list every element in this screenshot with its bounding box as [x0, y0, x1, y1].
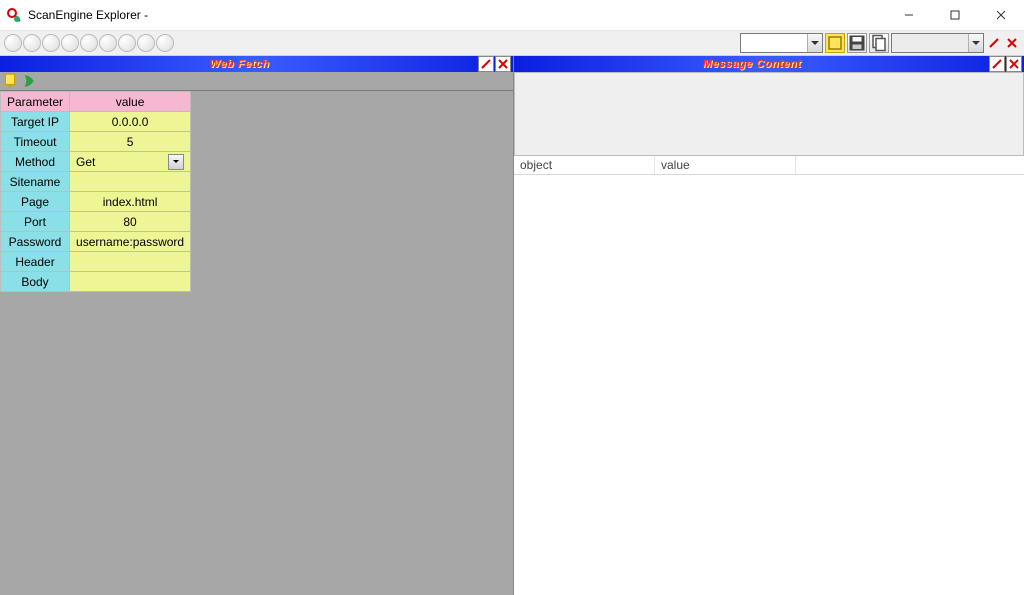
param-name: Timeout — [1, 132, 70, 152]
window-titlebar: ScanEngine Explorer - — [0, 0, 1024, 31]
panel-web-fetch-body: Parameter value Target IP0.0.0.0Timeout5… — [0, 91, 513, 595]
table-row: Port80 — [1, 212, 191, 232]
pin-icon[interactable] — [2, 73, 18, 89]
table-row: Target IP0.0.0.0 — [1, 112, 191, 132]
chevron-down-icon[interactable] — [168, 154, 184, 170]
parameter-table: Parameter value Target IP0.0.0.0Timeout5… — [0, 91, 191, 292]
table-row: Sitename — [1, 172, 191, 192]
param-name: Header — [1, 252, 70, 272]
toolbar-save-button[interactable] — [847, 33, 867, 53]
param-name: Body — [1, 272, 70, 292]
message-preview-area[interactable] — [514, 72, 1024, 156]
panel-message-content-edit-button[interactable] — [989, 56, 1005, 72]
param-header-name: Parameter — [1, 92, 70, 112]
toolbar-round-button-6[interactable] — [99, 34, 117, 52]
toolbar-combo-1-value — [741, 34, 807, 52]
panel-message-content: Message Content object value — [514, 56, 1024, 595]
panel-web-fetch-title: Web Fetch — [2, 58, 477, 70]
window-minimize-button[interactable] — [886, 0, 932, 30]
toolbar-round-button-9[interactable] — [156, 34, 174, 52]
toolbar-round-button-3[interactable] — [42, 34, 60, 52]
panel-web-fetch: Web Fetch Parameter value — [0, 56, 514, 595]
table-row: Passwordusername:password — [1, 232, 191, 252]
app-icon — [6, 7, 22, 23]
toolbar-combo-2-value — [892, 34, 968, 52]
panel-message-content-close-button[interactable] — [1006, 56, 1022, 72]
run-icon[interactable] — [20, 73, 36, 89]
panel-web-fetch-edit-button[interactable] — [478, 56, 494, 72]
panel-message-content-body: object value — [514, 72, 1024, 595]
toolbar-round-button-1[interactable] — [4, 34, 22, 52]
panel-web-fetch-header: Web Fetch — [0, 56, 513, 72]
toolbar-delete-button[interactable] — [1004, 34, 1020, 52]
param-value[interactable] — [70, 172, 191, 192]
toolbar-edit-button[interactable] — [986, 34, 1002, 52]
panel-message-content-header: Message Content — [514, 56, 1024, 72]
toolbar-combo-1[interactable] — [740, 33, 823, 53]
param-value[interactable]: 80 — [70, 212, 191, 232]
toolbar-round-button-2[interactable] — [23, 34, 41, 52]
param-value[interactable]: username:password — [70, 232, 191, 252]
window-close-button[interactable] — [978, 0, 1024, 30]
table-row: Timeout5 — [1, 132, 191, 152]
message-col-object[interactable]: object — [514, 156, 655, 174]
message-col-value[interactable]: value — [655, 156, 796, 174]
param-name: Port — [1, 212, 70, 232]
panel-message-content-title: Message Content — [516, 58, 988, 70]
param-value[interactable] — [70, 252, 191, 272]
chevron-down-icon — [968, 34, 983, 52]
table-row: Header — [1, 252, 191, 272]
param-name: Sitename — [1, 172, 70, 192]
message-col-spacer — [796, 156, 1024, 174]
toolbar-combo-2[interactable] — [891, 33, 984, 53]
param-value[interactable]: index.html — [70, 192, 191, 212]
panel-web-fetch-close-button[interactable] — [495, 56, 511, 72]
toolbar-new-button[interactable] — [825, 33, 845, 53]
toolbar-copy-button[interactable] — [869, 33, 889, 53]
table-row: Pageindex.html — [1, 192, 191, 212]
param-value[interactable] — [70, 272, 191, 292]
param-value[interactable]: 5 — [70, 132, 191, 152]
toolbar-round-button-7[interactable] — [118, 34, 136, 52]
table-row: Method Get — [1, 152, 191, 172]
main-toolbar — [0, 31, 1024, 56]
param-name: Target IP — [1, 112, 70, 132]
message-list-header: object value — [514, 156, 1024, 175]
param-name: Page — [1, 192, 70, 212]
param-value[interactable]: 0.0.0.0 — [70, 112, 191, 132]
param-value-text: Get — [76, 155, 95, 169]
param-name: Password — [1, 232, 70, 252]
table-row: Body — [1, 272, 191, 292]
toolbar-round-button-5[interactable] — [80, 34, 98, 52]
window-maximize-button[interactable] — [932, 0, 978, 30]
message-list[interactable] — [514, 175, 1024, 595]
window-title: ScanEngine Explorer - — [28, 8, 148, 22]
param-header-value: value — [70, 92, 191, 112]
param-name: Method — [1, 152, 70, 172]
toolbar-round-button-4[interactable] — [61, 34, 79, 52]
workspace: Web Fetch Parameter value — [0, 56, 1024, 595]
panel-web-fetch-toolbar — [0, 72, 513, 91]
toolbar-round-button-8[interactable] — [137, 34, 155, 52]
param-value[interactable]: Get — [70, 152, 191, 172]
chevron-down-icon — [807, 34, 822, 52]
